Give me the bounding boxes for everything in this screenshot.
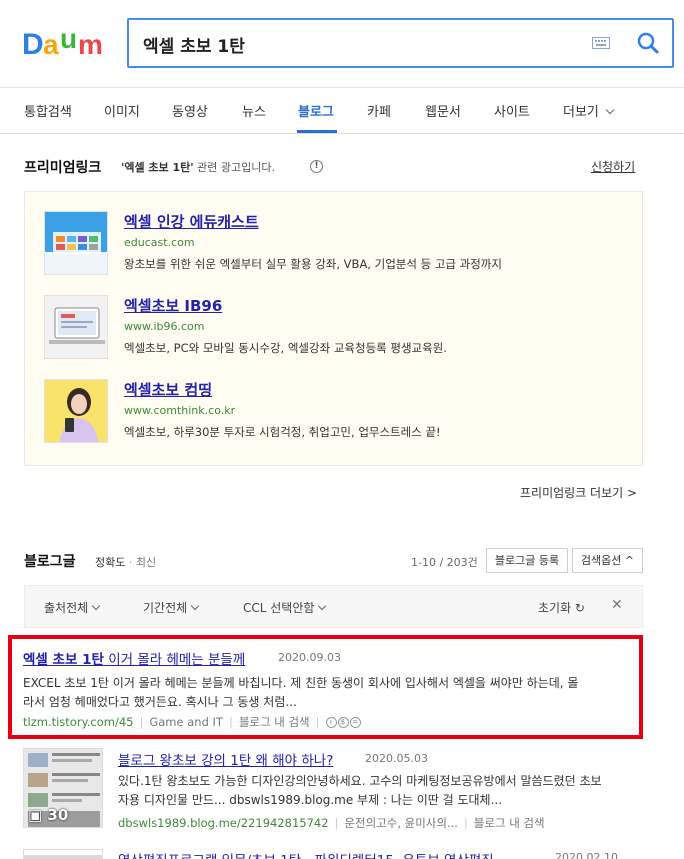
ad-thumbnail[interactable]: [44, 211, 108, 275]
tab-blog[interactable]: 블로그: [298, 101, 334, 120]
ad-thumbnail[interactable]: [44, 379, 108, 443]
sort-latest[interactable]: 최신: [136, 556, 156, 569]
result-url[interactable]: tlzm.tistory.com/45: [23, 715, 133, 729]
result-meta: tlzm.tistory.com/45 | Game and IT | 블로그 내 검색…: [23, 714, 362, 730]
ad-item: 엑셀초보 컴띵 www.comthink.co.kr 엑셀초보, 하루30분 투…: [44, 379, 624, 449]
search-input[interactable]: [143, 32, 563, 56]
header: D a u m: [0, 0, 684, 88]
result-thumbnail[interactable]: [23, 849, 103, 859]
svg-text:D: D: [22, 28, 44, 60]
filter-ccl[interactable]: CCL 선택안함: [243, 599, 327, 616]
tab-site[interactable]: 사이트: [494, 101, 530, 120]
ad-title[interactable]: 엑셀초보 IB96: [124, 295, 222, 316]
active-tab-indicator: [297, 130, 337, 133]
search-tabs: 통합검색 이미지 동영상 뉴스 블로그 카페 웹문서 사이트 더보기: [0, 88, 684, 134]
tab-image[interactable]: 이미지: [104, 101, 140, 120]
svg-text:m: m: [78, 29, 103, 60]
result-desc: EXCEL 초보 1탄 이거 몰라 헤메는 분들께 바칩니다. 제 친한 동생이…: [23, 674, 638, 712]
blog-section-title: 블로그글: [24, 554, 76, 570]
result-url[interactable]: dbswls1989.blog.me/221942815742: [118, 816, 329, 830]
result-title-rest: 이거 몰라 헤메는 분들께: [103, 652, 246, 668]
result-desc: 있다.1탄 왕초보도 가능한 디자인강의안녕하세요. 고수의 마케팅정보공유방에…: [118, 772, 643, 810]
filter-period-label: 기간전체: [143, 601, 188, 615]
search-icon[interactable]: [637, 32, 659, 54]
svg-text:a: a: [43, 29, 59, 60]
register-blog-button[interactable]: 블로그글 등록: [486, 548, 568, 573]
result-meta: dbswls1989.blog.me/221942815742 | 운전의고수, 윤…: [118, 816, 545, 830]
tab-more-label: 더보기: [563, 105, 599, 120]
chevron-down-icon: [318, 601, 327, 611]
photo-count-value: 30: [47, 806, 69, 824]
filter-source[interactable]: 출처전체: [44, 599, 101, 616]
tab-news[interactable]: 뉴스: [242, 101, 266, 120]
result-title[interactable]: 블로그 왕초보 강의 1탄 왜 해야 하나?: [118, 749, 333, 769]
photo-count: ▣ 30: [28, 806, 69, 824]
premium-desc-suffix: 관련 광고입니다.: [193, 161, 275, 174]
result-category[interactable]: Game and IT: [149, 715, 223, 729]
chevron-down-icon: [605, 105, 615, 115]
tab-video[interactable]: 동영상: [172, 101, 208, 120]
daum-logo[interactable]: D a u m: [22, 23, 108, 61]
result-thumbnail[interactable]: ▣ 30: [23, 748, 103, 828]
result-desc-line: 라서 엄청 헤매었다고 했거든요. 혹시나 그 동생 처럼...: [23, 695, 297, 709]
ccl-nd-icon: =: [349, 717, 361, 728]
result-title[interactable]: 엑셀 초보 1탄 이거 몰라 헤메는 분들께: [23, 648, 245, 668]
svg-text:u: u: [60, 26, 77, 54]
result-desc-line: EXCEL 초보 1탄 이거 몰라 헤메는 분들께 바칩니다. 제 친한 동생이…: [23, 676, 579, 690]
filter-period[interactable]: 기간전체: [143, 599, 200, 616]
ad-desc: 엑셀초보, 하루30분 투자로 시험걱정, 취업고민, 업무스트레스 끝!: [124, 425, 441, 439]
result-title[interactable]: 영상편집프로그램 입문/초보 1탄 - 파워디렉터15, 유튜브 영상편집: [118, 849, 538, 859]
ad-url[interactable]: educast.com: [124, 236, 195, 249]
ad-url[interactable]: www.ib96.com: [124, 320, 205, 333]
ad-item: 엑셀 인강 에듀캐스트 educast.com 왕초보를 위한 쉬운 엑셀부터 …: [44, 211, 624, 281]
result-date: 2020.02.10: [555, 851, 618, 859]
result-count: 1-10 / 203건: [411, 556, 478, 569]
premium-query: '엑셀 초보 1탄': [121, 161, 194, 174]
ad-thumbnail[interactable]: [44, 295, 108, 359]
ad-title[interactable]: 엑셀초보 컴띵: [124, 379, 212, 400]
close-icon[interactable]: ✕: [611, 597, 623, 613]
inner-search-link[interactable]: 블로그 내 검색: [239, 715, 310, 729]
ccl-icons: i $ =: [325, 715, 362, 729]
chevron-down-icon: [91, 601, 101, 611]
apply-link[interactable]: 신청하기: [591, 158, 635, 175]
ad-desc: 엑셀초보, PC와 모바일 동시수강, 엑셀강좌 교육청등록 평생교육원.: [124, 341, 447, 355]
ad-desc: 왕초보를 위한 쉬운 엑셀부터 실무 활용 강좌, VBA, 기업분석 등 고급…: [124, 257, 502, 271]
tab-more[interactable]: 더보기: [563, 101, 615, 120]
chevron-down-icon: [190, 601, 200, 611]
info-icon[interactable]: !: [310, 160, 323, 173]
reset-filters-button[interactable]: 초기화 ↻: [538, 599, 585, 616]
result-date: 2020.05.03: [365, 752, 428, 765]
ccl-nc-icon: $: [337, 717, 349, 728]
premium-ad-box: 엑셀 인강 에듀캐스트 educast.com 왕초보를 위한 쉬운 엑셀부터 …: [24, 191, 643, 466]
premium-link-desc: '엑셀 초보 1탄' 관련 광고입니다.: [121, 159, 275, 175]
filter-source-label: 출처전체: [44, 601, 89, 615]
sort-accuracy[interactable]: 정확도: [95, 556, 125, 569]
result-title-bold: 엑셀 초보 1탄: [23, 652, 104, 668]
ad-title[interactable]: 엑셀 인강 에듀캐스트: [124, 211, 259, 232]
sort-options: 정확도 · 최신: [95, 554, 156, 570]
filter-ccl-label: CCL 선택안함: [243, 601, 315, 615]
more-premium-link[interactable]: 프리미엄링크 더보기 >: [520, 484, 637, 501]
tab-all[interactable]: 통합검색: [24, 101, 72, 120]
sort-separator: ·: [128, 556, 133, 569]
inner-search-link[interactable]: 블로그 내 검색: [474, 816, 545, 830]
result-category[interactable]: 운전의고수, 윤미사의...: [344, 816, 458, 830]
result-date: 2020.09.03: [278, 651, 341, 664]
ad-url[interactable]: www.comthink.co.kr: [124, 404, 235, 417]
result-desc-line: 있다.1탄 왕초보도 가능한 디자인강의안녕하세요. 고수의 마케팅정보공유방에…: [118, 774, 602, 788]
search-box: [127, 18, 674, 68]
filter-bar: 출처전체 기간전체 CCL 선택안함 초기화 ↻ ✕: [24, 585, 643, 628]
keyboard-icon[interactable]: [592, 37, 610, 49]
ad-item: 엑셀초보 IB96 www.ib96.com 엑셀초보, PC와 모바일 동시수…: [44, 295, 624, 365]
result-desc-line: 자용 디자인물 만드... dbswls1989.blog.me 부제 : 나는…: [118, 793, 503, 807]
tab-cafe[interactable]: 카페: [367, 101, 391, 120]
tab-web[interactable]: 웹문서: [425, 101, 461, 120]
search-options-button[interactable]: 검색옵션 ^: [572, 548, 643, 573]
premium-link-title: 프리미엄링크: [24, 160, 102, 176]
ccl-by-icon: i: [325, 717, 337, 728]
